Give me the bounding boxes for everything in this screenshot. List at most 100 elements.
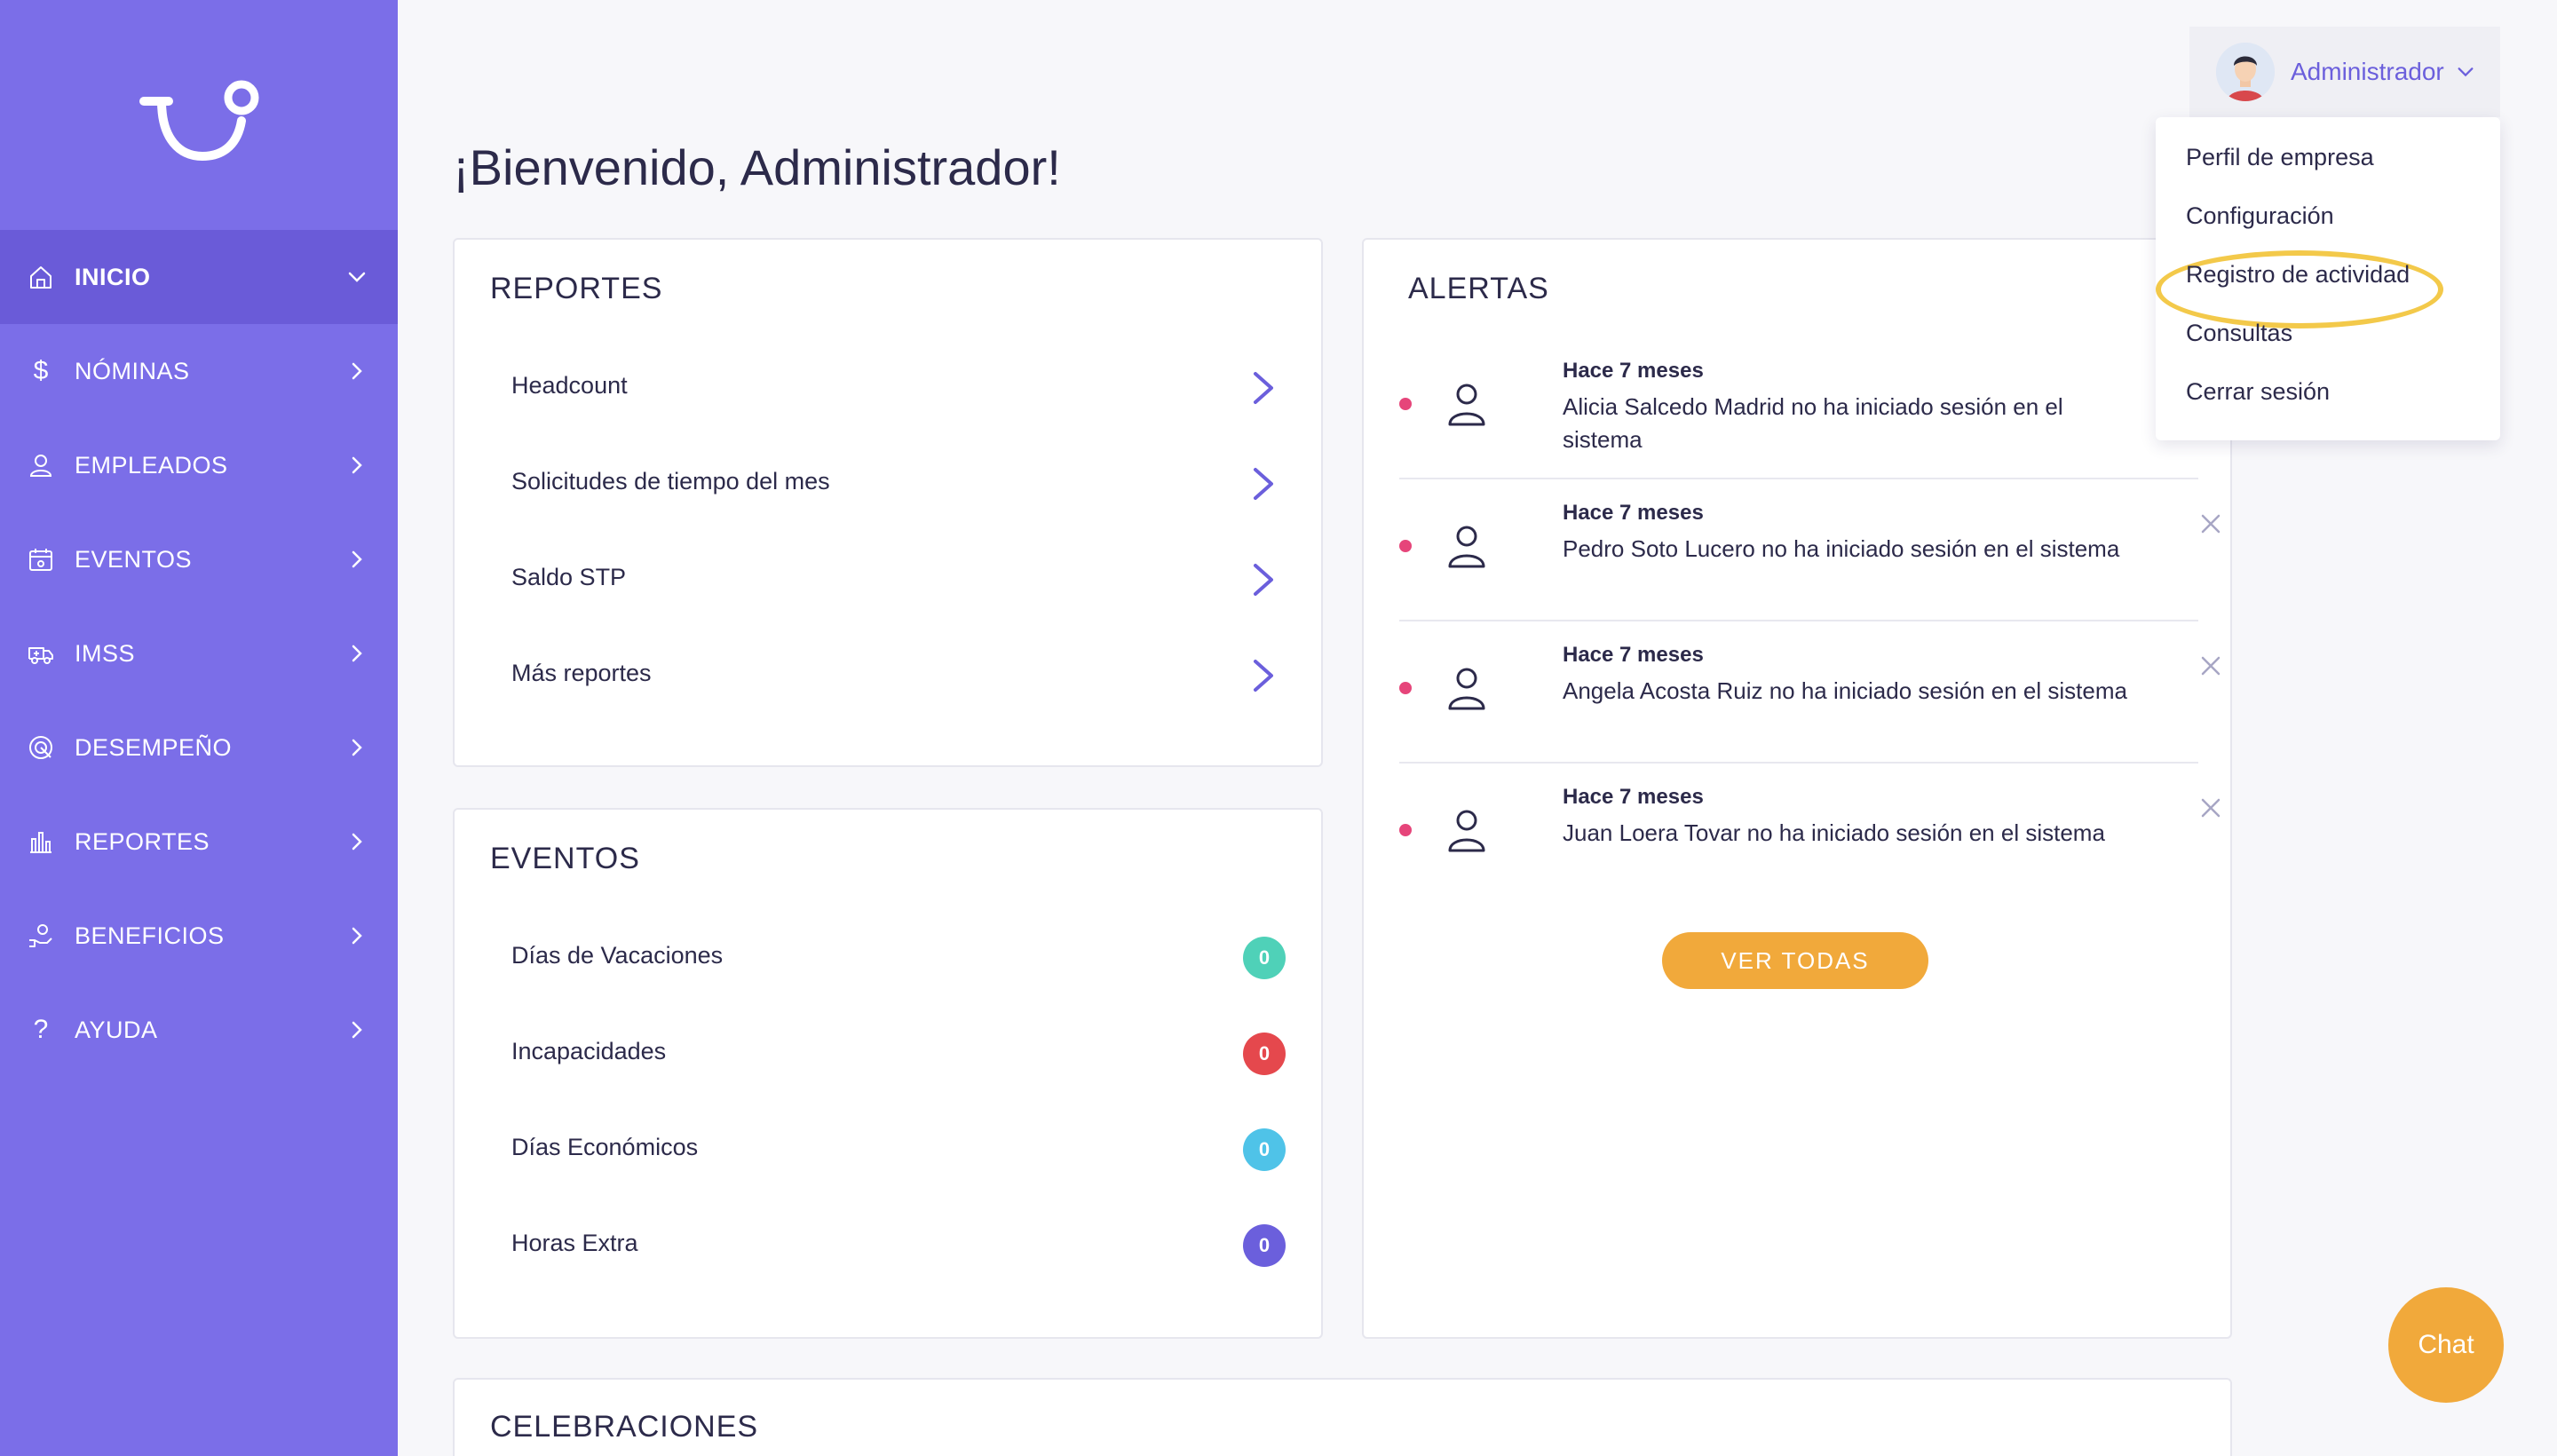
chevron-right-icon [352,739,362,756]
user-icon [27,451,55,479]
avatar [2216,43,2275,101]
sidebar-item-inicio[interactable]: INICIO [0,230,398,324]
reportes-card: REPORTES Headcount Solicitudes de tiempo… [453,238,1323,767]
sidebar-item-desempeno[interactable]: DESEMPEÑO [0,700,398,795]
tu-logo[interactable] [133,76,266,165]
chevron-right-icon [352,362,362,380]
count-badge: 0 [1243,1033,1286,1075]
unread-dot [1399,824,1412,836]
sidebar-item-imss[interactable]: IMSS [0,606,398,700]
count-badge: 0 [1243,1128,1286,1171]
sidebar-item-label: IMSS [75,639,136,667]
alert-item: Hace 7 meses Alicia Salcedo Madrid no ha… [1399,337,2198,479]
page-title: ¡Bienvenido, Administrador! [453,139,1061,195]
sidebar-item-beneficios[interactable]: BENEFICIOS [0,889,398,983]
question-icon: ? [33,1015,49,1044]
sidebar-item-eventos[interactable]: EVENTOS [0,512,398,606]
alert-time: Hace 7 meses [1563,785,1704,809]
menu-item-cerrar-sesion[interactable]: Cerrar sesión [2186,378,2330,406]
chevron-right-icon [352,833,362,851]
user-icon [1448,810,1485,852]
event-row-dias-economicos[interactable]: Días Económicos 0 [455,1102,1321,1198]
menu-item-registro-actividad[interactable]: Registro de actividad [2186,261,2410,289]
count-badge: 0 [1243,1224,1286,1267]
chevron-right-icon [352,456,362,474]
chevron-right-icon [352,550,362,568]
sidebar-item-label: REPORTES [75,827,210,855]
report-link-solicitudes[interactable]: Solicitudes de tiempo del mes [455,436,1321,532]
report-label: Headcount [511,372,628,399]
chevron-right-icon [1254,372,1273,404]
user-icon [1448,668,1485,710]
alertas-card: ALERTAS Hace 7 meses Alicia Salcedo Madr… [1362,238,2232,1339]
alert-item: Hace 7 meses Angela Acosta Ruiz no ha in… [1399,621,2221,764]
event-label: Incapacidades [511,1038,667,1064]
event-row-incapacidades[interactable]: Incapacidades 0 [455,1006,1321,1102]
close-icon[interactable] [2200,797,2221,819]
sidebar-item-ayuda[interactable]: ? AYUDA [0,983,398,1077]
sidebar-item-label: DESEMPEÑO [75,733,233,761]
report-link-saldo-stp[interactable]: Saldo STP [455,532,1321,628]
close-icon[interactable] [2200,513,2221,534]
sidebar-item-label: BENEFICIOS [75,922,225,949]
report-label: Solicitudes de tiempo del mes [511,468,830,495]
menu-item-consultas[interactable]: Consultas [2186,320,2292,347]
report-link-mas-reportes[interactable]: Más reportes [455,628,1321,724]
user-dropdown-menu: Perfil de empresa Configuración Registro… [2156,117,2500,440]
unread-dot [1399,398,1412,410]
alert-message: Juan Loera Tovar no ha iniciado sesión e… [1563,819,2105,846]
calendar-icon [27,545,55,574]
sidebar-item-label: AYUDA [75,1016,158,1043]
event-label: Horas Extra [511,1230,638,1256]
report-label: Saldo STP [511,564,627,590]
unread-dot [1399,540,1412,552]
alert-item: Hace 7 meses Juan Loera Tovar no ha inic… [1399,764,2221,906]
chevron-right-icon [352,1021,362,1039]
user-icon [1448,384,1485,426]
chevron-right-icon [352,927,362,945]
alert-message: Alicia Salcedo Madrid no ha iniciado ses… [1563,393,2063,453]
chat-button[interactable]: Chat [2388,1287,2504,1403]
menu-item-configuracion[interactable]: Configuración [2186,202,2334,230]
dollar-icon: $ [33,356,49,385]
view-all-button[interactable]: VER TODAS [1662,932,1928,989]
user-menu-button[interactable]: Administrador [2189,27,2500,117]
user-icon [1448,526,1485,568]
sidebar-item-empleados[interactable]: EMPLEADOS [0,418,398,512]
chevron-right-icon [1254,468,1273,500]
sidebar-item-label: NÓMINAS [75,357,190,384]
sidebar-item-label: EVENTOS [75,545,193,573]
ambulance-icon [27,639,55,668]
chevron-right-icon [1254,660,1273,692]
unread-dot [1399,682,1412,694]
card-title: REPORTES [490,272,663,305]
user-name: Administrador [2291,58,2444,85]
sidebar-item-label: EMPLEADOS [75,451,228,479]
card-title: EVENTOS [490,842,640,875]
chevron-down-icon [2458,67,2474,77]
report-label: Más reportes [511,660,652,686]
chevron-right-icon [1254,564,1273,596]
alert-item: Hace 7 meses Pedro Soto Lucero no ha ini… [1399,479,2221,621]
home-icon [27,263,55,291]
eventos-card: EVENTOS Días de Vacaciones 0 Incapacidad… [453,808,1323,1339]
sidebar-item-reportes[interactable]: REPORTES [0,795,398,889]
menu-item-perfil-empresa[interactable]: Perfil de empresa [2186,144,2374,171]
sidebar-item-label: INICIO [75,263,151,290]
sidebar-item-nominas[interactable]: $ NÓMINAS [0,324,398,418]
bar-chart-icon [27,827,55,856]
gift-icon [27,922,55,950]
card-title: CELEBRACIONES [490,1410,759,1444]
event-row-vacaciones[interactable]: Días de Vacaciones 0 [455,910,1321,1006]
alert-time: Hace 7 meses [1563,501,1704,525]
close-icon[interactable] [2200,655,2221,677]
count-badge: 0 [1243,937,1286,979]
sidebar: INICIO $ NÓMINAS EMPLEADOS EVENTOS IMSS … [0,0,398,1456]
event-label: Días Económicos [511,1134,699,1160]
target-icon [27,733,55,762]
alert-time: Hace 7 meses [1563,359,1704,383]
event-row-horas-extra[interactable]: Horas Extra 0 [455,1198,1321,1294]
sidebar-nav: INICIO $ NÓMINAS EMPLEADOS EVENTOS IMSS … [0,230,398,1077]
report-link-headcount[interactable]: Headcount [455,340,1321,436]
alert-message: Pedro Soto Lucero no ha iniciado sesión … [1563,535,2120,562]
